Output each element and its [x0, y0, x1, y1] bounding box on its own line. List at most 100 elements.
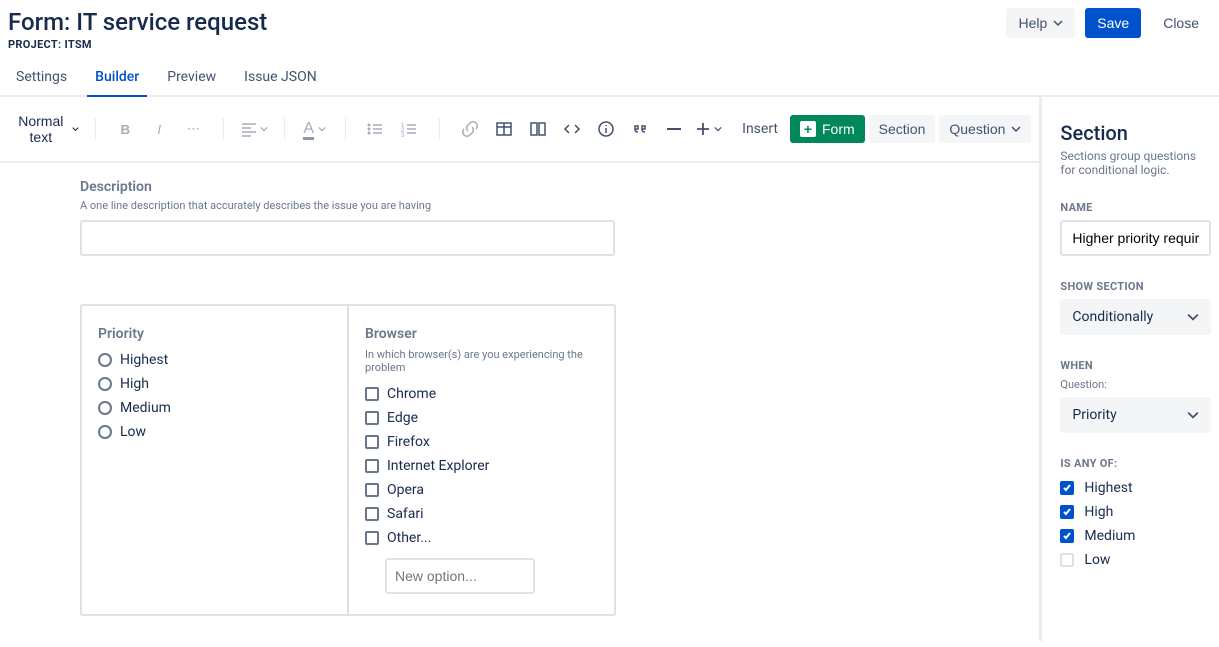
tabs: Settings Builder Preview Issue JSON — [0, 51, 1219, 97]
checkbox-icon — [1060, 529, 1074, 543]
question-sublabel: Question: — [1060, 378, 1211, 391]
priority-option[interactable]: High — [92, 372, 327, 396]
bold-button[interactable]: B — [109, 113, 141, 145]
bullet-list-button[interactable] — [359, 113, 391, 145]
section-panel-title: Section — [1060, 121, 1211, 145]
info-icon — [597, 120, 615, 138]
priority-option[interactable]: Low — [92, 420, 327, 444]
bullet-list-icon — [366, 120, 384, 138]
divider-icon — [665, 120, 683, 138]
align-button[interactable] — [238, 113, 270, 145]
isanyof-option[interactable]: Highest — [1060, 476, 1211, 500]
tab-settings[interactable]: Settings — [8, 63, 75, 97]
insert-form-button[interactable]: + Form — [790, 115, 865, 143]
checkbox-icon — [365, 507, 379, 521]
insert-question-button[interactable]: Question — [939, 115, 1031, 143]
option-label: High — [1084, 504, 1113, 520]
option-label: High — [120, 376, 149, 392]
svg-text:3: 3 — [401, 133, 405, 138]
tab-issue-json[interactable]: Issue JSON — [236, 63, 325, 97]
option-label: Medium — [120, 400, 171, 416]
code-button[interactable] — [556, 113, 588, 145]
chevron-down-icon — [1187, 409, 1199, 421]
insert-section-button[interactable]: Section — [869, 115, 936, 143]
show-section-select[interactable]: Conditionally — [1060, 299, 1211, 335]
is-any-of-label: IS ANY OF: — [1060, 457, 1211, 470]
browser-option[interactable]: Firefox — [359, 430, 594, 454]
option-label: Edge — [387, 410, 418, 426]
table-icon — [495, 120, 513, 138]
form-plus-icon: + — [800, 121, 816, 137]
tab-builder[interactable]: Builder — [87, 63, 147, 97]
layout-button[interactable] — [522, 113, 554, 145]
align-left-icon — [240, 120, 258, 138]
text-style-select[interactable]: Normal text — [8, 107, 87, 151]
link-icon — [461, 120, 479, 138]
checkbox-icon — [365, 531, 379, 545]
option-label: Opera — [387, 482, 424, 498]
checkbox-icon — [365, 387, 379, 401]
insert-label: Insert — [742, 121, 778, 137]
description-help: A one line description that accurately d… — [80, 199, 959, 212]
link-button[interactable] — [454, 113, 486, 145]
chevron-down-icon — [318, 125, 326, 133]
checkbox-icon — [1060, 553, 1074, 567]
checkbox-icon — [365, 459, 379, 473]
checkbox-icon — [365, 435, 379, 449]
close-button[interactable]: Close — [1151, 8, 1211, 38]
checkbox-icon — [1060, 481, 1074, 495]
text-color-button[interactable]: A — [299, 113, 331, 145]
isanyof-option[interactable]: Medium — [1060, 524, 1211, 548]
option-label: Low — [1084, 552, 1110, 568]
browser-option[interactable]: Other... — [359, 526, 594, 550]
checkbox-icon — [365, 483, 379, 497]
section-panel-description: Sections group questions for conditional… — [1060, 149, 1211, 177]
browser-option[interactable]: Safari — [359, 502, 594, 526]
browser-option[interactable]: Edge — [359, 406, 594, 430]
checkbox-icon — [1060, 505, 1074, 519]
browser-help: In which browser(s) are you experiencing… — [359, 348, 594, 374]
name-field-label: NAME — [1060, 201, 1211, 214]
save-button[interactable]: Save — [1085, 8, 1141, 38]
browser-option[interactable]: Chrome — [359, 382, 594, 406]
show-section-label: SHOW SECTION — [1060, 280, 1211, 293]
description-label: Description — [80, 179, 959, 195]
isanyof-option[interactable]: Low — [1060, 548, 1211, 572]
new-option-input[interactable] — [385, 558, 535, 594]
page-title: Form: IT service request — [8, 8, 267, 36]
option-label: Low — [120, 424, 146, 440]
description-input[interactable] — [80, 220, 615, 256]
chevron-down-icon — [1053, 18, 1063, 28]
italic-button[interactable]: I — [143, 113, 175, 145]
add-button[interactable] — [692, 113, 724, 145]
option-label: Safari — [387, 506, 424, 522]
option-label: Firefox — [387, 434, 430, 450]
help-button[interactable]: Help — [1006, 8, 1075, 38]
divider-button[interactable] — [658, 113, 690, 145]
chevron-down-icon — [72, 124, 79, 134]
priority-option[interactable]: Medium — [92, 396, 327, 420]
browser-option[interactable]: Internet Explorer — [359, 454, 594, 478]
layout-icon — [529, 120, 547, 138]
radio-icon — [98, 377, 112, 391]
quote-button[interactable] — [624, 113, 656, 145]
option-label: Medium — [1084, 528, 1135, 544]
question-select[interactable]: Priority — [1060, 397, 1211, 433]
number-list-button[interactable]: 123 — [393, 113, 425, 145]
project-line: PROJECT: ITSM — [8, 38, 267, 51]
when-label: WHEN — [1060, 359, 1211, 372]
info-button[interactable] — [590, 113, 622, 145]
name-input[interactable] — [1060, 220, 1211, 256]
tab-preview[interactable]: Preview — [159, 63, 224, 97]
chevron-down-icon — [1187, 311, 1199, 323]
option-label: Highest — [1084, 480, 1132, 496]
radio-icon — [98, 353, 112, 367]
more-format-button[interactable]: ⋯ — [177, 113, 209, 145]
option-label: Chrome — [387, 386, 436, 402]
priority-label: Priority — [92, 326, 327, 342]
table-button[interactable] — [488, 113, 520, 145]
isanyof-option[interactable]: High — [1060, 500, 1211, 524]
browser-label: Browser — [359, 326, 594, 342]
priority-option[interactable]: Highest — [92, 348, 327, 372]
browser-option[interactable]: Opera — [359, 478, 594, 502]
